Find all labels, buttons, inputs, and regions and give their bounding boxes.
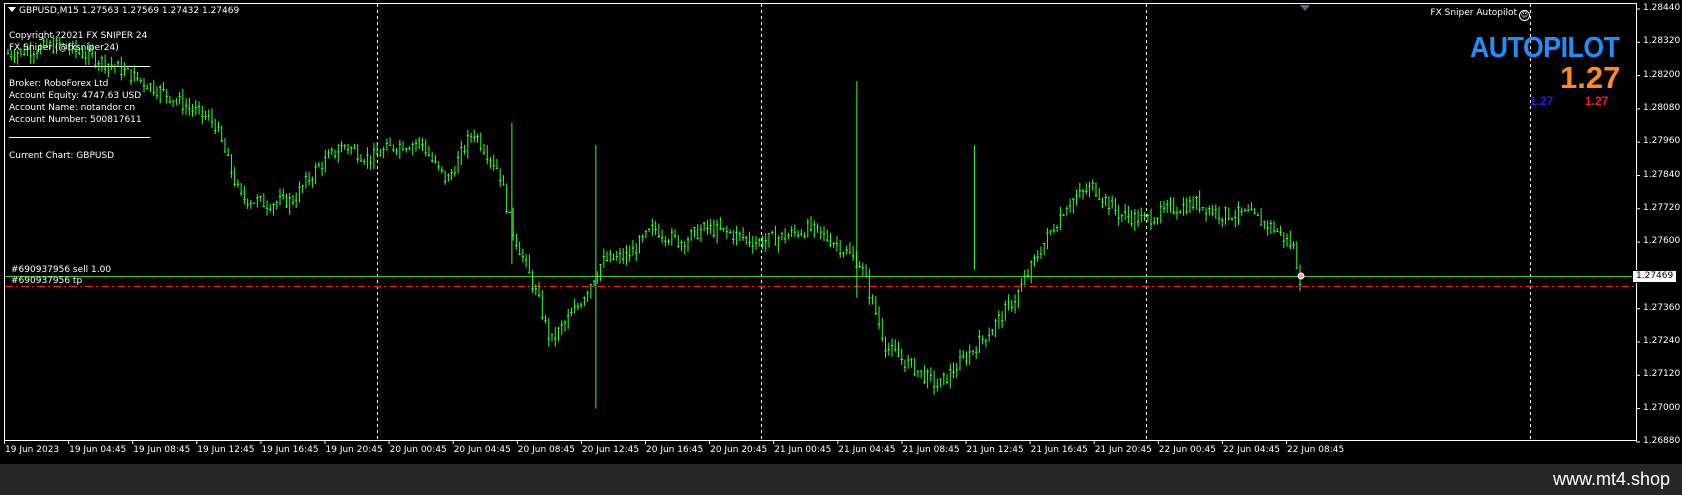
time-axis-label: 20 Jun 20:45 [710,445,768,455]
time-axis-label: 21 Jun 04:45 [838,445,896,455]
equity-text: Account Equity: 4747.63 USD [9,91,142,101]
current-price-marker[interactable] [1297,272,1305,280]
autopilot-value: 1.27 [1560,60,1621,95]
author-text: FX Sniper (@fxsniper24) [9,43,119,53]
time-axis-ticks [4,440,1287,444]
current-chart-text: Current Chart: GBPUSD [9,151,115,161]
price-axis-label: 1.27840 [1643,169,1681,180]
symbol-quote: GBPUSD,M15 1.27563 1.27569 1.27432 1.274… [19,6,240,16]
time-axis-label: 21 Jun 16:45 [1030,445,1088,455]
price-axis-label: 1.27120 [1643,369,1681,380]
time-axis-label: 19 Jun 04:45 [69,445,127,455]
current-price-tag: 1.27469 [1632,270,1678,283]
price-axis-label: 1.27000 [1643,402,1681,413]
price-axis-label: 1.27600 [1643,236,1681,247]
autopilot-red-value: 1.27 [1585,94,1609,108]
time-axis-label: 20 Jun 04:45 [453,445,511,455]
time-axis-label: 19 Jun 08:45 [133,445,191,455]
sell-order-label[interactable]: #690937956 sell 1.00 [11,265,111,276]
time-axis-label: 21 Jun 20:45 [1094,445,1152,455]
time-axis-label: 22 Jun 08:45 [1287,445,1345,455]
time-axis-label: 22 Jun 00:45 [1158,445,1216,455]
footer-bar: www.mt4.shop [0,464,1682,495]
time-axis-label: 21 Jun 12:45 [966,445,1024,455]
price-axis-label: 1.26880 [1643,435,1681,446]
website-link[interactable]: www.mt4.shop [1553,469,1670,490]
smiley-icon: ☺ [1519,10,1530,21]
price-axis-label: 1.27720 [1643,202,1681,213]
time-axis-label: 19 Jun 20:45 [325,445,383,455]
price-axis-label: 1.27360 [1643,302,1681,313]
symbol-header: GBPUSD,M15 1.27563 1.27569 1.27432 1.274… [8,6,239,16]
time-axis-label: 20 Jun 00:45 [389,445,447,455]
price-axis-label: 1.27960 [1643,136,1681,147]
time-axis-label: 20 Jun 08:45 [517,445,575,455]
chart-shift-marker-icon[interactable] [1300,5,1310,11]
indicator-name-label: FX Sniper Autopilot [1430,8,1517,18]
time-axis-label: 21 Jun 08:45 [902,445,960,455]
time-axis-label: 19 Jun 2023 [5,445,60,455]
price-axis-label: 1.27240 [1643,336,1681,346]
price-axis-label: 1.28200 [1643,69,1681,80]
autopilot-blue-value: 1.27 [1530,94,1554,108]
price-axis-label: 1.28320 [1643,36,1681,47]
copyright-text: Copyright ?2021 FX SNIPER 24 [9,31,148,41]
take-profit-label[interactable]: #690937956 tp [11,276,82,287]
broker-text: Broker: RoboForex Ltd [9,79,109,89]
price-axis-label: 1.28440 [1643,3,1681,13]
account-name-text: Account Name: notandor cn [9,103,136,113]
time-axis-label: 19 Jun 16:45 [261,445,319,455]
time-axis-label: 20 Jun 12:45 [581,445,640,455]
time-axis-label: 19 Jun 12:45 [197,445,255,455]
time-axis-label: 22 Jun 04:45 [1222,445,1281,455]
account-number-text: Account Number: 500817611 [9,115,142,125]
indicator-name[interactable]: FX Sniper Autopilot ☺ [1430,8,1530,21]
time-axis-label: 20 Jun 16:45 [646,445,704,455]
price-axis-label: 1.28080 [1643,102,1681,113]
time-axis-label: 21 Jun 00:45 [774,445,832,455]
dropdown-triangle-icon[interactable] [8,7,16,12]
price-chart[interactable] [0,0,1682,464]
chart-window[interactable]: GBPUSD,M15 1.27563 1.27569 1.27432 1.274… [0,0,1682,495]
